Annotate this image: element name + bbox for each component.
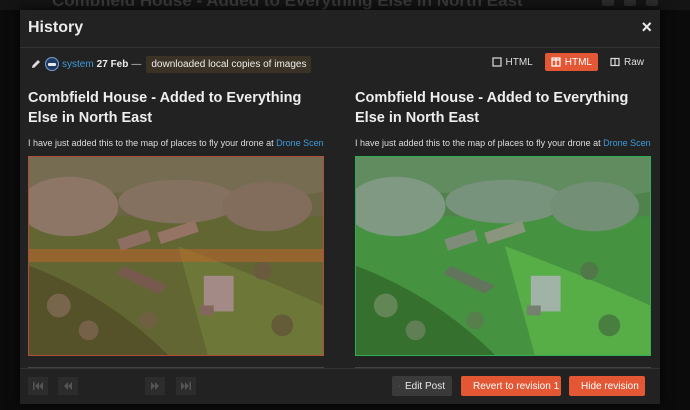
modal-footer: Edit Post Revert to revision 1 Hide revi… bbox=[20, 368, 660, 404]
square-icon bbox=[491, 57, 502, 67]
menu-icon bbox=[624, 0, 636, 6]
current-revision: Combfield House - Added to Everything El… bbox=[355, 88, 651, 370]
last-icon bbox=[181, 382, 191, 390]
view-mode-toggle: HTML HTML Raw bbox=[486, 53, 650, 71]
edit-post-label: Edit Post bbox=[404, 380, 445, 392]
mode-label: HTML bbox=[505, 56, 533, 68]
aerial-house-image bbox=[356, 157, 650, 355]
post-title: Combfield House - Added to Everything El… bbox=[355, 90, 629, 126]
hide-revision-label: Hide revision bbox=[581, 380, 639, 392]
revert-button[interactable]: Revert to revision 1 bbox=[461, 376, 561, 396]
post-text: I have just added this to the map of pla… bbox=[28, 138, 277, 148]
avatar[interactable] bbox=[45, 57, 59, 71]
next-icon bbox=[151, 382, 159, 390]
pencil-icon bbox=[399, 385, 400, 387]
background-header-icons bbox=[602, 0, 658, 6]
pencil-icon bbox=[32, 60, 40, 68]
close-button[interactable]: × bbox=[641, 17, 652, 37]
post-title: Combfield House - Added to Everything El… bbox=[28, 90, 302, 126]
drone-scene-link[interactable]: Drone Scene bbox=[603, 138, 651, 148]
last-revision-button[interactable] bbox=[176, 377, 196, 395]
previous-icon bbox=[64, 382, 72, 390]
revision-separator: — bbox=[131, 58, 142, 70]
edit-post-button[interactable]: Edit Post bbox=[392, 376, 452, 396]
hide-revision-button[interactable]: Hide revision bbox=[569, 376, 645, 396]
aerial-house-image bbox=[29, 157, 323, 355]
book-icon bbox=[610, 57, 620, 67]
post-image-added[interactable] bbox=[355, 156, 651, 356]
edit-reason: downloaded local copies of images bbox=[146, 55, 312, 73]
next-revision-button[interactable] bbox=[145, 377, 165, 395]
mode-inline-html-button[interactable]: HTML bbox=[486, 53, 539, 71]
revision-date: 27 Feb bbox=[96, 58, 129, 70]
history-modal: History × system 27 Feb — downloaded loc… bbox=[20, 10, 660, 404]
modal-header: History × bbox=[20, 10, 660, 48]
previous-revision: Combfield House - Added to Everything El… bbox=[28, 88, 324, 370]
drone-scene-link[interactable]: Drone Scene bbox=[276, 138, 324, 148]
post-paragraph: I have just added this to the map of pla… bbox=[28, 138, 324, 148]
revision-meta: system 27 Feb — downloaded local copies … bbox=[30, 54, 312, 74]
mode-label: Raw bbox=[623, 56, 644, 68]
post-paragraph: I have just added this to the map of pla… bbox=[355, 138, 651, 148]
revision-user[interactable]: system bbox=[62, 59, 94, 70]
post-image-removed[interactable] bbox=[28, 156, 324, 356]
previous-revision-button[interactable] bbox=[58, 377, 78, 395]
first-icon bbox=[33, 382, 43, 390]
search-icon bbox=[602, 0, 614, 6]
first-revision-button[interactable] bbox=[28, 377, 48, 395]
mode-side-by-side-button[interactable]: HTML bbox=[544, 53, 598, 71]
columns-icon bbox=[551, 57, 561, 67]
mode-label: HTML bbox=[564, 56, 592, 68]
avatar bbox=[646, 0, 658, 6]
revert-label: Revert to revision 1 bbox=[473, 380, 560, 392]
post-text: I have just added this to the map of pla… bbox=[355, 138, 604, 148]
mode-raw-button[interactable]: Raw bbox=[604, 53, 650, 71]
modal-title: History bbox=[28, 19, 84, 36]
